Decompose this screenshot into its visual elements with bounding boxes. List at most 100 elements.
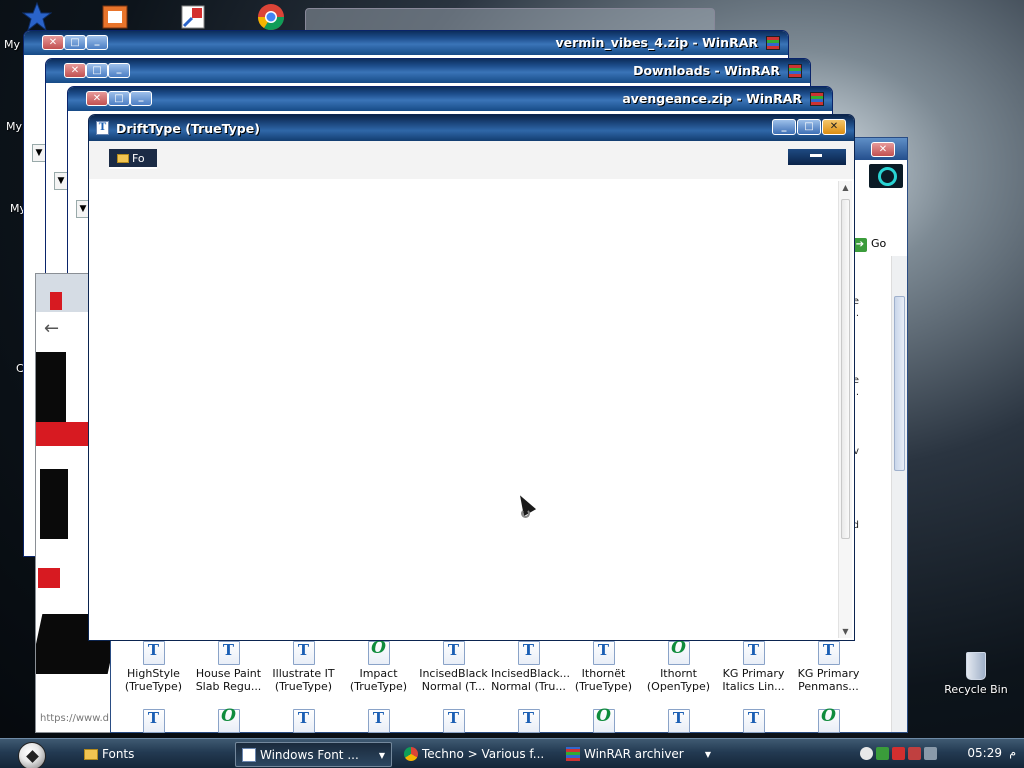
window-title: avengeance.zip - WinRAR: [622, 91, 802, 106]
font-item[interactable]: T HighStyle (TrueType): [116, 641, 191, 693]
truetype-font-icon: T: [217, 641, 240, 665]
truetype-font-icon: T: [442, 641, 465, 665]
titlebar[interactable]: ✕ □ _ Downloads - WinRAR: [46, 59, 810, 83]
recycle-bin-label: Recycle Bin: [944, 683, 1008, 696]
font-item[interactable]: T: [416, 709, 491, 735]
external-link-icon[interactable]: [38, 568, 60, 588]
page-graphic: [36, 352, 66, 422]
task-label: Fonts: [102, 747, 135, 761]
list-fragment: .: [855, 387, 859, 398]
font-item[interactable]: T: [116, 709, 191, 735]
font-item[interactable]: T: [266, 709, 341, 735]
font-item[interactable]: O: [191, 708, 266, 735]
close-button[interactable]: ✕: [86, 91, 108, 106]
chrome-icon[interactable]: [256, 2, 290, 32]
font-type: Penmans...: [798, 680, 859, 693]
font-item[interactable]: T IncisedBlack... Normal (Tru...: [491, 641, 570, 693]
scroll-down-arrow-icon[interactable]: ▼: [839, 627, 852, 636]
vertical-scrollbar[interactable]: [891, 256, 907, 732]
scrollbar-thumb[interactable]: [841, 199, 850, 539]
taskbar-item-fonts[interactable]: Fonts: [78, 742, 218, 767]
font-preview-area[interactable]: [91, 179, 852, 638]
calendar-icon[interactable]: [924, 747, 937, 760]
titlebar[interactable]: ✕ □ _ vermin_vibes_4.zip - WinRAR: [24, 31, 788, 55]
close-button[interactable]: ✕: [871, 142, 895, 157]
chevron-down-icon: ▼: [378, 751, 385, 760]
clock-suffix: م: [1009, 746, 1016, 759]
minimize-button[interactable]: _: [108, 63, 130, 78]
recycle-bin[interactable]: Recycle Bin: [944, 652, 1008, 696]
font-preview-window[interactable]: T DriftType (TrueType) _ □ ✕ Fo ▲ ▼: [88, 114, 855, 641]
font-item[interactable]: T Illustrate IT (TrueType): [266, 641, 341, 693]
font-item[interactable]: T: [341, 709, 416, 735]
opentype-font-icon: O: [667, 640, 690, 665]
font-item[interactable]: O Impact (TrueType): [341, 640, 416, 694]
opentype-font-icon: O: [217, 708, 240, 733]
dropdown-arrow-icon[interactable]: ▼: [54, 172, 68, 190]
font-item[interactable]: T: [716, 709, 791, 735]
star-icon[interactable]: [21, 1, 56, 32]
titlebar[interactable]: T DriftType (TrueType) _ □ ✕: [89, 115, 854, 141]
font-type: Italics Lin...: [722, 680, 785, 693]
page-graphic: [40, 469, 68, 539]
font-type: (OpenType): [646, 680, 711, 693]
close-button[interactable]: ✕: [42, 35, 64, 50]
winrar-icon: [766, 36, 780, 50]
truetype-font-icon: T: [517, 641, 540, 665]
font-type: (TrueType): [574, 680, 633, 693]
font-name: KG Primary: [722, 667, 785, 680]
minimize-button[interactable]: _: [86, 35, 108, 50]
font-item[interactable]: O: [566, 708, 641, 735]
start-button[interactable]: [18, 742, 46, 768]
fonts-folder-button[interactable]: Fo: [109, 149, 157, 169]
maximize-button[interactable]: □: [797, 119, 821, 135]
font-item[interactable]: T KG Primary Penmans...: [791, 641, 866, 693]
back-arrow-icon[interactable]: ←: [44, 318, 59, 339]
close-button[interactable]: ✕: [64, 63, 86, 78]
scrollbar-thumb[interactable]: [894, 296, 905, 471]
taskbar-item-windows-font[interactable]: Windows Font ... ▼: [235, 742, 392, 767]
maximize-button[interactable]: □: [64, 35, 86, 50]
font-file-icon: [242, 748, 256, 762]
titlebar[interactable]: ✕ □ _ avengeance.zip - WinRAR: [68, 87, 832, 111]
minimized-window-strip[interactable]: [788, 149, 846, 165]
maximize-button[interactable]: □: [108, 91, 130, 106]
taskbar: Fonts Windows Font ... ▼ Techno > Variou…: [0, 738, 1024, 768]
truetype-font-icon: T: [442, 709, 465, 733]
font-item[interactable]: T KG Primary Italics Lin...: [716, 641, 791, 693]
font-item[interactable]: O Ithornt (OpenType): [641, 640, 716, 694]
font-item[interactable]: T IncisedBlack Normal (T...: [416, 641, 491, 693]
winrar-icon: [566, 747, 580, 761]
go-button[interactable]: ➔ Go: [853, 234, 903, 254]
font-item[interactable]: T House Paint Slab Regu...: [191, 641, 266, 693]
clock[interactable]: 05:29: [967, 746, 1002, 760]
font-item[interactable]: T: [491, 709, 566, 735]
truetype-font-icon: T: [742, 709, 765, 733]
close-button[interactable]: ✕: [822, 119, 846, 135]
opentype-font-icon: O: [817, 708, 840, 733]
shield-icon[interactable]: [892, 747, 905, 760]
toolbar: Fo: [89, 141, 854, 179]
network-icon[interactable]: [876, 747, 889, 760]
task-label: WinRAR archiver: [584, 747, 684, 761]
smiley-icon[interactable]: [860, 747, 873, 760]
taskbar-item-winrar[interactable]: WinRAR archiver ▼: [560, 742, 717, 767]
go-label: Go: [871, 237, 887, 250]
minimize-button[interactable]: _: [130, 91, 152, 106]
app-icon[interactable]: [100, 2, 134, 32]
taskbar-item-chrome[interactable]: Techno > Various f...: [398, 742, 550, 767]
dropdown-arrow-icon[interactable]: ▼: [32, 144, 46, 162]
minimize-button[interactable]: _: [772, 119, 796, 135]
font-item[interactable]: T: [641, 709, 716, 735]
font-name: Impact: [359, 667, 398, 680]
shortcut-icon[interactable]: [178, 2, 212, 32]
vertical-scrollbar[interactable]: ▲ ▼: [838, 181, 852, 638]
security-icon[interactable]: [908, 747, 921, 760]
scroll-up-arrow-icon[interactable]: ▲: [839, 183, 852, 192]
font-item[interactable]: O: [791, 708, 866, 735]
minimize-icon: [810, 154, 822, 157]
maximize-button[interactable]: □: [86, 63, 108, 78]
font-item[interactable]: T Ithornët (TrueType): [566, 641, 641, 693]
status-url: https://www.d: [40, 713, 109, 724]
font-file-icon: T: [96, 121, 109, 135]
